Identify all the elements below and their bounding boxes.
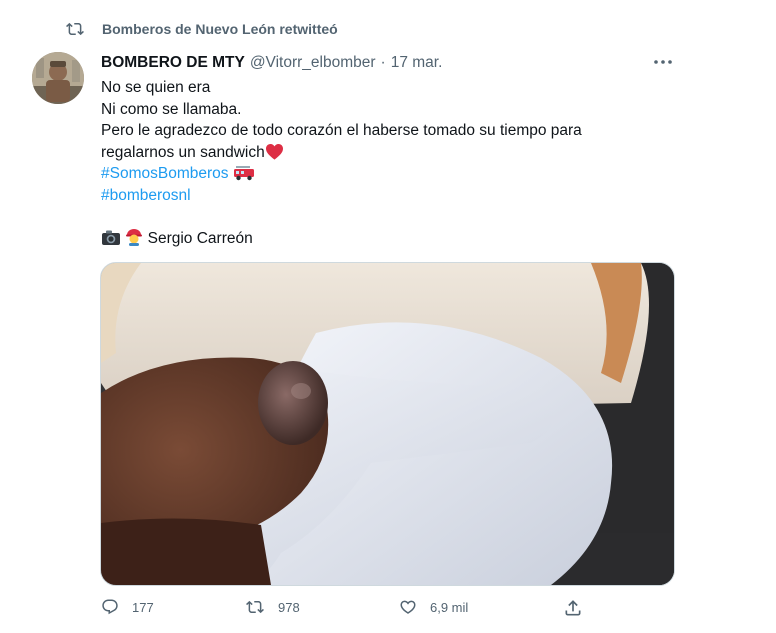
author-name[interactable]: BOMBERO DE MTY bbox=[101, 53, 245, 73]
retweet-text: Bomberos de Nuevo León retwitteó bbox=[102, 21, 338, 37]
hashtag-bomberosnl[interactable]: #bomberosnl bbox=[101, 187, 191, 204]
tweet-body: BOMBERO DE MTY @Vitorr_elbomber · 17 mar… bbox=[101, 53, 671, 249]
author-handle[interactable]: @Vitorr_elbomber bbox=[250, 53, 376, 73]
tweet-date[interactable]: 17 mar. bbox=[391, 53, 443, 73]
photo-credit-line: Sergio Carreón bbox=[101, 228, 671, 250]
tweet-line: Ni como se llamaba. bbox=[101, 100, 242, 118]
reply-count: 177 bbox=[132, 599, 154, 615]
reply-button[interactable]: 177 bbox=[100, 598, 154, 616]
tweet-photo[interactable] bbox=[100, 262, 675, 586]
tweet-actions: 177 978 6,9 mil bbox=[100, 598, 600, 622]
red-heart-icon bbox=[265, 143, 283, 160]
tweet-page: Bomberos de Nuevo León retwitteó BOMBERO… bbox=[0, 0, 776, 633]
retweet-icon bbox=[66, 22, 84, 36]
hashtag-line: #bomberosnl bbox=[101, 185, 671, 207]
reply-icon bbox=[102, 599, 118, 615]
photo-credit: Sergio Carreón bbox=[147, 229, 253, 247]
retweet-icon bbox=[246, 600, 264, 614]
avatar-image bbox=[32, 52, 84, 104]
share-button[interactable] bbox=[563, 598, 595, 618]
like-button[interactable]: 6,9 mil bbox=[398, 598, 468, 616]
retweet-button[interactable]: 978 bbox=[244, 598, 300, 616]
heart-icon bbox=[400, 600, 416, 614]
tweet-line: No se quien era bbox=[101, 79, 211, 96]
fire-engine-icon bbox=[233, 166, 254, 181]
tweet-line-with-heart: regalarnos un sandwich bbox=[101, 142, 671, 164]
sandwich-photo bbox=[101, 263, 674, 585]
tweet-header: BOMBERO DE MTY @Vitorr_elbomber · 17 mar… bbox=[101, 53, 671, 73]
separator: · bbox=[380, 54, 386, 71]
tweet-line: regalarnos un sandwich bbox=[101, 143, 265, 161]
avatar[interactable] bbox=[32, 52, 84, 104]
hashtag-somosbomberos[interactable]: #SomosBomberos bbox=[101, 165, 229, 182]
camera-icon bbox=[102, 230, 120, 245]
share-icon bbox=[565, 600, 581, 616]
firefighter-icon bbox=[126, 228, 143, 246]
tweet-text: No se quien era Ni como se llamaba. Pero… bbox=[101, 77, 671, 249]
retweet-indicator[interactable]: Bomberos de Nuevo León retwitteó bbox=[64, 20, 338, 38]
retweet-count: 978 bbox=[278, 599, 300, 615]
tweet-line: Pero le agradezco de todo corazón el hab… bbox=[101, 122, 582, 139]
hashtag-line: #SomosBomberos bbox=[101, 163, 671, 185]
like-count: 6,9 mil bbox=[430, 599, 469, 615]
